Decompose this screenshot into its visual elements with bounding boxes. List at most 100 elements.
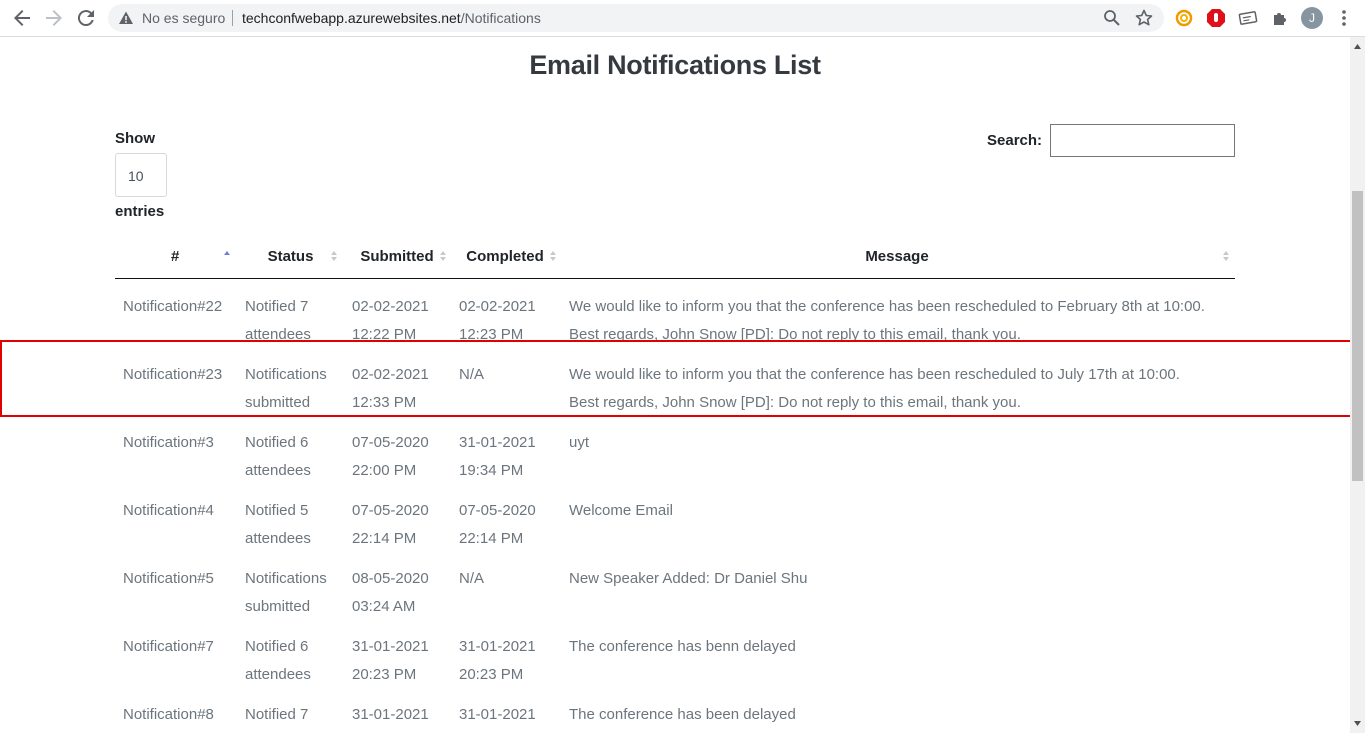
show-label: Show	[115, 130, 155, 147]
vertical-scrollbar[interactable]	[1350, 37, 1365, 733]
url-text[interactable]: techconfwebapp.azurewebsites.net/Notific…	[242, 10, 541, 26]
cell-completed-date: 07-05-2020	[459, 502, 536, 519]
cell-message: We would like to inform you that the con…	[569, 293, 1233, 349]
cell-status: Notified 6 attendees	[245, 633, 345, 689]
cell-status: Notifications submitted	[245, 361, 345, 417]
forward-arrow-icon[interactable]	[42, 6, 66, 30]
more-menu-icon[interactable]	[1336, 8, 1352, 28]
profile-avatar[interactable]: J	[1301, 7, 1323, 29]
cell-message: Welcome Email	[569, 497, 1233, 525]
cell-status-line: submitted	[245, 598, 311, 615]
cell-submitted: 08-05-2020 03:24 AM	[352, 565, 448, 621]
cell-submitted-time: 03:24 AM	[352, 598, 416, 615]
scroll-down-arrow-icon[interactable]	[1353, 719, 1362, 728]
sort-icon[interactable]	[549, 249, 557, 263]
cell-submitted-time: 22:14 PM	[352, 530, 417, 547]
adblock-hand-icon[interactable]	[1206, 8, 1226, 28]
cell-submitted: 07-05-2020 22:00 PM	[352, 429, 448, 485]
cell-message-line: The conference has benn delayed	[569, 638, 796, 655]
cell-completed-time: 12:23 PM	[459, 326, 524, 343]
cell-completed-date: 31-01-2021	[459, 706, 536, 723]
cell-status: Notified 7 attendees	[245, 701, 345, 733]
column-header-status[interactable]: Status	[245, 236, 338, 278]
cell-message-line: New Speaker Added: Dr Daniel Shu	[569, 570, 808, 587]
extension-swirl-icon[interactable]	[1174, 8, 1194, 28]
bookmark-star-icon[interactable]	[1134, 8, 1154, 28]
extension-card-icon[interactable]	[1238, 8, 1258, 28]
sort-icon[interactable]	[330, 249, 338, 263]
cell-status: Notifications submitted	[245, 565, 345, 621]
scroll-up-arrow-icon[interactable]	[1353, 42, 1362, 51]
omnibox-divider	[232, 10, 233, 26]
cell-status-line: Notified 6	[245, 434, 309, 451]
cell-submitted-date: 31-01-2021	[352, 638, 429, 655]
cell-status-line: Notified 6	[245, 638, 309, 655]
cell-message: The conference has benn delayed	[569, 633, 1233, 661]
extensions-puzzle-icon[interactable]	[1270, 8, 1290, 28]
cell-status-line: attendees	[245, 462, 311, 479]
cell-status-line: Notified 5	[245, 502, 309, 519]
column-header-message[interactable]: Message	[569, 236, 1229, 278]
table-row: Notification#5 Notifications submitted 08…	[115, 551, 1235, 619]
cell-submitted-date: 08-05-2020	[352, 570, 429, 587]
sort-icon[interactable]	[439, 249, 447, 263]
search-label: Search:	[987, 132, 1043, 149]
cell-completed-date: N/A	[459, 366, 485, 383]
back-arrow-icon[interactable]	[10, 6, 34, 30]
column-header-completed[interactable]: Completed	[459, 236, 556, 278]
cell-submitted-date: 02-02-2021	[352, 366, 429, 383]
url-path: /Notifications	[460, 10, 541, 26]
page-title: Email Notifications List	[529, 50, 821, 80]
cell-submitted-time: 12:22 PM	[352, 326, 417, 343]
cell-status-line: attendees	[245, 326, 311, 343]
cell-status-line: attendees	[245, 530, 311, 547]
cell-completed-time: 20:23 PM	[459, 666, 524, 683]
security-label[interactable]: No es seguro	[142, 10, 225, 26]
cell-completed-time: 19:34 PM	[459, 462, 524, 479]
scrollbar-thumb[interactable]	[1352, 191, 1363, 481]
cell-completed: N/A	[459, 565, 555, 593]
cell-completed: N/A	[459, 361, 555, 389]
cell-message-line: Best regards, John Snow [PD]: Do not rep…	[569, 394, 1021, 411]
address-bar[interactable]: No es seguro techconfwebapp.azurewebsite…	[108, 4, 1164, 32]
column-header-submitted[interactable]: Submitted	[352, 236, 446, 278]
cell-status: Notified 6 attendees	[245, 429, 345, 485]
cell-completed-date: N/A	[459, 570, 485, 587]
cell-status-line: attendees	[245, 666, 311, 683]
table-row: Notification#4 Notified 5 attendees 07-05…	[115, 483, 1235, 551]
cell-message-line: uyt	[569, 434, 590, 451]
entries-per-page-select[interactable]: 10	[115, 153, 167, 197]
cell-completed: 02-02-2021 12:23 PM	[459, 293, 555, 349]
cell-message: The conference has been delayed	[569, 701, 1233, 729]
column-header-message-label: Message	[865, 248, 929, 265]
cell-completed: 07-05-2020 22:14 PM	[459, 497, 555, 553]
sort-ascending-icon[interactable]	[223, 249, 231, 263]
cell-message: uyt	[569, 429, 1233, 457]
table-row: Notification#23 Notifications submitted 0…	[115, 347, 1235, 415]
sort-icon[interactable]	[1222, 249, 1230, 263]
search-input[interactable]	[1050, 124, 1235, 157]
cell-id: Notification#5	[123, 570, 214, 587]
table-header: # Status Submitted Completed Message	[115, 236, 1235, 279]
browser-toolbar: No es seguro techconfwebapp.azurewebsite…	[0, 0, 1365, 37]
cell-id: Notification#7	[123, 638, 214, 655]
warning-icon[interactable]	[118, 10, 134, 26]
cell-completed: 31-01-2021	[459, 701, 555, 729]
cell-id: Notification#22	[123, 298, 223, 315]
cell-submitted-date: 31-01-2021	[352, 706, 429, 723]
cell-id: Notification#23	[123, 366, 223, 383]
cell-status-line: attendees	[245, 729, 345, 733]
column-header-id[interactable]: #	[115, 236, 235, 278]
cell-submitted: 31-01-2021 20:23 PM	[352, 633, 448, 689]
reload-icon[interactable]	[74, 6, 98, 30]
zoom-icon[interactable]	[1102, 8, 1122, 28]
cell-submitted-date: 07-05-2020	[352, 502, 429, 519]
cell-completed-date: 02-02-2021	[459, 298, 536, 315]
cell-completed-time: 22:14 PM	[459, 530, 524, 547]
cell-message-line: Best regards, John Snow [PD]: Do not rep…	[569, 326, 1021, 343]
cell-message-line: We would like to inform you that the con…	[569, 366, 1180, 383]
entries-label: entries	[115, 203, 165, 220]
cell-submitted-date: 07-05-2020	[352, 434, 429, 451]
cell-id: Notification#8	[123, 706, 214, 723]
cell-id: Notification#4	[123, 502, 214, 519]
